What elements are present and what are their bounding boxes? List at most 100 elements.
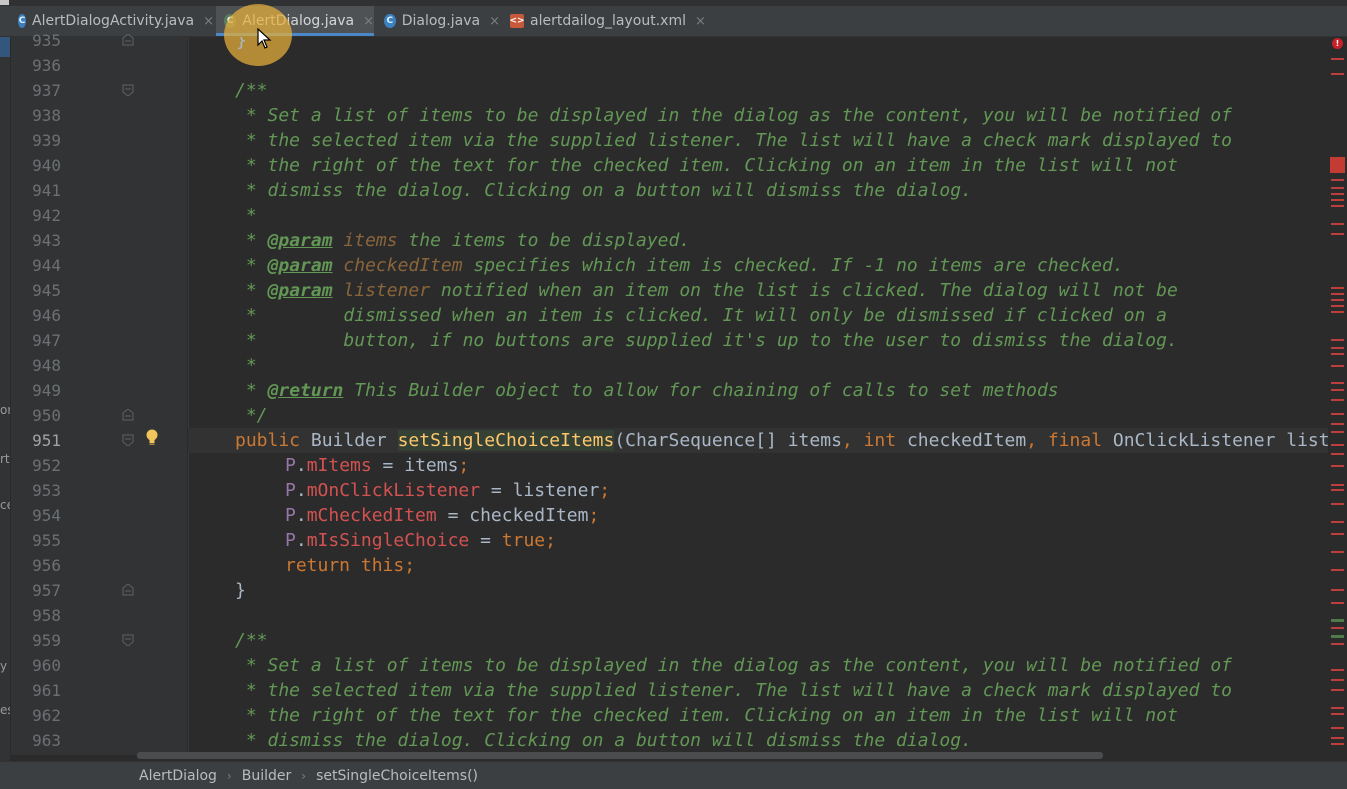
error-mark[interactable]: [1331, 707, 1344, 709]
code-line-940: * the right of the text for the checked …: [188, 153, 1328, 178]
code-line-959: /**: [188, 628, 1328, 653]
error-mark[interactable]: [1331, 347, 1344, 349]
error-mark[interactable]: [1331, 431, 1344, 433]
error-mark[interactable]: [1331, 569, 1344, 571]
error-mark[interactable]: [1331, 589, 1344, 591]
code-line-939: * the selected item via the supplied lis…: [188, 128, 1328, 153]
close-icon[interactable]: ×: [695, 14, 706, 29]
error-mark[interactable]: [1331, 365, 1344, 367]
close-icon[interactable]: ×: [203, 14, 214, 29]
error-mark[interactable]: [1331, 602, 1344, 604]
field-name: mItems: [306, 455, 372, 476]
code-text: Builder: [300, 430, 398, 451]
error-mark[interactable]: [1331, 205, 1344, 207]
error-mark[interactable]: [1331, 179, 1344, 181]
error-mark[interactable]: [1331, 233, 1344, 235]
fold-end-icon[interactable]: [122, 584, 134, 596]
error-mark[interactable]: [1331, 743, 1344, 745]
error-mark[interactable]: [1331, 389, 1344, 391]
warning-mark[interactable]: [1331, 635, 1344, 638]
line-number: 948: [32, 356, 61, 375]
error-mark[interactable]: [1331, 58, 1344, 60]
error-mark[interactable]: [1331, 73, 1344, 75]
breadcrumb-bar: AlertDialog › Builder › setSingleChoiceI…: [0, 761, 1347, 789]
error-mark[interactable]: [1331, 187, 1344, 189]
fold-end-icon[interactable]: [122, 409, 134, 421]
error-mark[interactable]: [1330, 157, 1345, 173]
code-line-948: *: [188, 353, 1328, 378]
line-number: 956: [32, 556, 61, 575]
error-mark[interactable]: [1331, 484, 1344, 486]
code-text: /**: [235, 80, 268, 101]
error-mark[interactable]: [1331, 293, 1344, 295]
error-mark[interactable]: [1331, 311, 1344, 313]
tab-dialog[interactable]: C Dialog.java ×: [384, 6, 500, 36]
error-mark[interactable]: [1331, 413, 1344, 415]
panel-text-fragment: es: [0, 703, 10, 717]
error-mark[interactable]: [1331, 299, 1344, 301]
line-number: 957: [32, 581, 61, 600]
error-mark[interactable]: [1331, 453, 1344, 455]
error-mark[interactable]: [1331, 551, 1344, 553]
error-mark[interactable]: [1331, 399, 1344, 401]
code-line-956: return this;: [285, 555, 416, 576]
error-mark[interactable]: [1331, 713, 1344, 715]
error-mark[interactable]: [1331, 287, 1344, 289]
error-mark[interactable]: [1331, 643, 1344, 645]
line-number-gutter[interactable]: 935 936 937 938 939 940 941 942 943 944 …: [11, 31, 187, 755]
line-number: 940: [32, 156, 61, 175]
code-line-942: *: [188, 203, 1328, 228]
editor-tab-bar: C AlertDialogActivity.java × C AlertDial…: [0, 6, 1347, 37]
code-line-938: * Set a list of items to be displayed in…: [188, 103, 1328, 128]
left-tool-window-strip[interactable]: ory rt ce y es k: [0, 37, 11, 788]
error-mark[interactable]: [1331, 727, 1344, 729]
error-mark[interactable]: [1331, 305, 1344, 307]
project-tool-marker[interactable]: [0, 37, 10, 57]
horizontal-scrollbar[interactable]: [137, 752, 1103, 759]
code-text: }: [236, 37, 247, 51]
warning-mark[interactable]: [1331, 619, 1344, 622]
breadcrumb-inner-class[interactable]: Builder: [242, 768, 292, 784]
error-mark[interactable]: [1331, 465, 1344, 467]
fold-start-icon[interactable]: [122, 634, 134, 646]
fold-start-icon[interactable]: [122, 434, 134, 446]
error-mark[interactable]: [1331, 669, 1344, 671]
error-mark[interactable]: [1331, 193, 1344, 195]
code-text: specifies which item is checked. If -1 n…: [462, 255, 1124, 276]
error-stripe[interactable]: !: [1328, 37, 1347, 755]
code-text: * dismiss the dialog. Clicking on a butt…: [235, 180, 972, 201]
keyword: true: [501, 530, 546, 551]
error-mark[interactable]: [1331, 489, 1344, 491]
fold-end-icon[interactable]: [122, 34, 134, 46]
error-mark[interactable]: [1331, 689, 1344, 691]
line-number: 963: [32, 731, 61, 750]
error-mark[interactable]: [1331, 503, 1344, 505]
code-editor[interactable]: } /** * Set a list of items to be displa…: [188, 37, 1328, 755]
error-mark[interactable]: [1331, 339, 1344, 341]
code-text: * dismissed when an item is clicked. It …: [235, 305, 1167, 326]
error-mark[interactable]: [1331, 521, 1344, 523]
error-mark[interactable]: [1331, 444, 1344, 446]
error-mark[interactable]: [1331, 737, 1344, 739]
error-mark[interactable]: [1331, 627, 1344, 629]
code-line-946: * dismissed when an item is clicked. It …: [188, 303, 1328, 328]
panel-text-fragment: rt: [0, 452, 10, 466]
code-text: * Set a list of items to be displayed in…: [235, 105, 1232, 126]
lightbulb-icon[interactable]: [144, 428, 160, 448]
error-mark[interactable]: [1331, 382, 1344, 384]
breadcrumb-class[interactable]: AlertDialog: [139, 768, 217, 784]
panel-text-fragment: ory: [0, 403, 10, 417]
close-icon[interactable]: ×: [363, 14, 374, 29]
error-mark[interactable]: [1331, 223, 1344, 225]
error-mark[interactable]: [1331, 199, 1344, 201]
error-mark[interactable]: [1331, 423, 1344, 425]
error-indicator-icon[interactable]: !: [1332, 38, 1343, 49]
breadcrumb-method[interactable]: setSingleChoiceItems(): [316, 768, 478, 784]
tab-alertdailog-layout[interactable]: <> alertdailog_layout.xml ×: [509, 6, 705, 36]
line-number: 950: [32, 406, 61, 425]
close-icon[interactable]: ×: [489, 14, 500, 29]
error-mark[interactable]: [1331, 533, 1344, 535]
error-mark[interactable]: [1331, 353, 1344, 355]
fold-start-icon[interactable]: [122, 84, 134, 96]
error-mark[interactable]: [1331, 679, 1344, 681]
